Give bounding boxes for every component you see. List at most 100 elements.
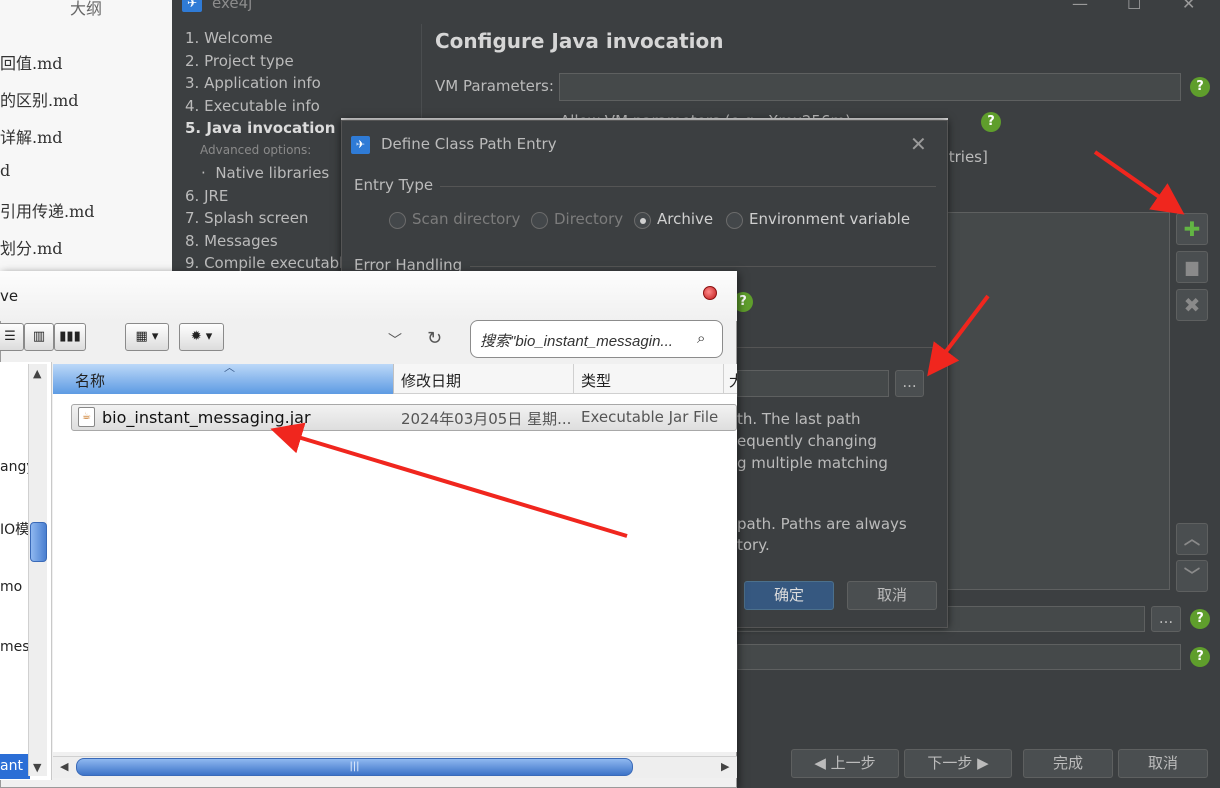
add-entry-button[interactable]: ✚: [1176, 213, 1208, 245]
dialog-app-icon: ✈: [351, 136, 370, 154]
description-text: tory.: [737, 536, 770, 554]
outline-file-item[interactable]: 的区别.md: [0, 87, 79, 111]
column-view-icon: ▥: [32, 329, 46, 344]
outline-file-item[interactable]: 详解.md: [0, 124, 63, 148]
remove-entry-button[interactable]: ✖: [1176, 289, 1208, 321]
refresh-icon[interactable]: ↻: [427, 328, 442, 349]
step-project-type[interactable]: 2. Project type: [185, 52, 294, 70]
file-list: [53, 394, 737, 752]
entry-type-label: Entry Type: [354, 176, 434, 194]
step-messages[interactable]: 8. Messages: [185, 232, 278, 250]
arrange-button[interactable]: ▦ ▾: [125, 323, 169, 351]
sort-ascending-icon: ︿: [224, 361, 235, 374]
file-dialog-titlebar: [0, 271, 737, 321]
radio-environment-variable-label: Environment variable: [749, 210, 911, 228]
outline-file-item[interactable]: 回值.md: [0, 50, 63, 74]
close-icon[interactable]: ✕: [910, 132, 927, 156]
scroll-left-icon[interactable]: ◀: [60, 760, 68, 773]
horizontal-scroll-thumb[interactable]: |||: [76, 758, 633, 776]
chevron-down-icon[interactable]: ﹀: [388, 330, 402, 350]
column-size-label: 大: [729, 372, 737, 390]
action-button[interactable]: ✹ ▾: [179, 323, 224, 351]
vm-parameters-label: VM Parameters:: [435, 77, 554, 95]
outline-file-item[interactable]: 划分.md: [0, 235, 63, 259]
edit-entry-button[interactable]: ▆: [1176, 251, 1208, 283]
description-text: equently changing: [737, 432, 877, 450]
page-title: Configure Java invocation: [435, 29, 724, 53]
grid-icon: ▦ ▾: [135, 329, 159, 344]
step-java-invocation[interactable]: 5. Java invocation: [185, 119, 335, 137]
radio-scan-directory[interactable]: [389, 212, 406, 229]
arguments-input[interactable]: [737, 644, 1181, 670]
sidebar-scrollbar[interactable]: [28, 364, 47, 776]
vm-parameters-input[interactable]: [559, 73, 1181, 101]
step-compile-executable[interactable]: 9. Compile executable: [185, 254, 353, 272]
list-view-icon: ☰: [4, 329, 16, 344]
column-name-label: 名称: [75, 372, 106, 390]
move-up-button[interactable]: ︿: [1176, 523, 1208, 555]
exe4j-app-icon: ✈: [182, 0, 202, 12]
dialog-cancel-button[interactable]: 取消: [847, 581, 937, 610]
scroll-down-icon[interactable]: ▼: [33, 761, 41, 774]
sidebar-item[interactable]: mes: [0, 639, 30, 655]
radio-directory[interactable]: [531, 212, 548, 229]
prev-button[interactable]: ◀ 上一步: [791, 749, 899, 778]
step-welcome[interactable]: 1. Welcome: [185, 29, 273, 47]
description-text: path. Paths are always: [737, 515, 907, 533]
next-button[interactable]: 下一步 ▶: [904, 749, 1012, 778]
sidebar-item[interactable]: mo: [0, 579, 22, 595]
bullet-icon: ·: [201, 164, 216, 182]
help-icon[interactable]: ?: [1190, 77, 1210, 97]
step-native-libraries[interactable]: · Native libraries: [201, 164, 329, 182]
cover-flow-button[interactable]: ▮▮▮: [54, 323, 86, 351]
file-date-cell: 2024年03月05日 星期...: [401, 410, 572, 428]
description-text: g multiple matching: [737, 454, 888, 472]
step-application-info[interactable]: 3. Application info: [185, 74, 321, 92]
column-type-label: 类型: [581, 372, 612, 390]
browse-button[interactable]: ...: [1151, 606, 1181, 632]
close-icon[interactable]: [703, 286, 717, 300]
sidebar-scroll-thumb[interactable]: [30, 522, 47, 562]
search-input-text: 搜索"bio_instant_messagin...: [480, 333, 673, 350]
file-name-cell: bio_instant_messaging.jar: [102, 408, 311, 427]
help-icon[interactable]: ?: [1190, 647, 1210, 667]
minimize-icon[interactable]: —: [1072, 0, 1088, 13]
gear-icon: ✹ ▾: [190, 329, 213, 344]
radio-scan-directory-label: Scan directory: [412, 210, 521, 228]
chevron-down-icon: ﹀: [1183, 566, 1200, 585]
finish-button[interactable]: 完成: [1023, 749, 1113, 778]
column-view-button[interactable]: ▥: [24, 323, 54, 351]
section-divider: [470, 266, 936, 267]
scroll-up-icon[interactable]: ▲: [33, 367, 41, 380]
file-dialog-title: ve: [0, 287, 19, 305]
maximize-icon[interactable]: ☐: [1127, 0, 1141, 13]
radio-archive[interactable]: [634, 212, 651, 229]
classpath-list[interactable]: [930, 212, 1170, 590]
sidebar-item-selected[interactable]: ant: [0, 754, 30, 779]
description-text: th. The last path: [737, 410, 861, 428]
cancel-button[interactable]: 取消: [1118, 749, 1208, 778]
chevron-up-icon: ︿: [1183, 529, 1200, 548]
outline-file-item[interactable]: d: [0, 161, 10, 180]
cover-flow-icon: ▮▮▮: [59, 329, 81, 344]
move-down-button[interactable]: ﹀: [1176, 560, 1208, 592]
file-type-cell: Executable Jar File: [581, 408, 719, 426]
radio-environment-variable[interactable]: [726, 212, 743, 229]
archive-path-input[interactable]: [737, 370, 889, 397]
step-executable-info[interactable]: 4. Executable info: [185, 97, 320, 115]
sidebar-item[interactable]: IO模: [0, 519, 29, 539]
outline-title: 大纲: [69, 0, 102, 18]
archive-browse-button[interactable]: ...: [895, 370, 924, 397]
help-icon[interactable]: ?: [981, 112, 1001, 132]
list-view-button[interactable]: ☰: [0, 323, 24, 351]
help-icon[interactable]: ?: [1190, 609, 1210, 629]
ok-button[interactable]: 确定: [744, 581, 834, 610]
search-icon[interactable]: ⌕: [697, 329, 705, 347]
scroll-right-icon[interactable]: ▶: [721, 760, 729, 773]
outline-file-item[interactable]: 引用传递.md: [0, 198, 95, 222]
step-splash-screen[interactable]: 7. Splash screen: [185, 209, 308, 227]
step-jre[interactable]: 6. JRE: [185, 187, 228, 205]
advanced-options-label: Advanced options:: [200, 143, 312, 157]
radio-archive-label: Archive: [657, 210, 714, 228]
close-icon[interactable]: ✕: [1182, 0, 1195, 13]
